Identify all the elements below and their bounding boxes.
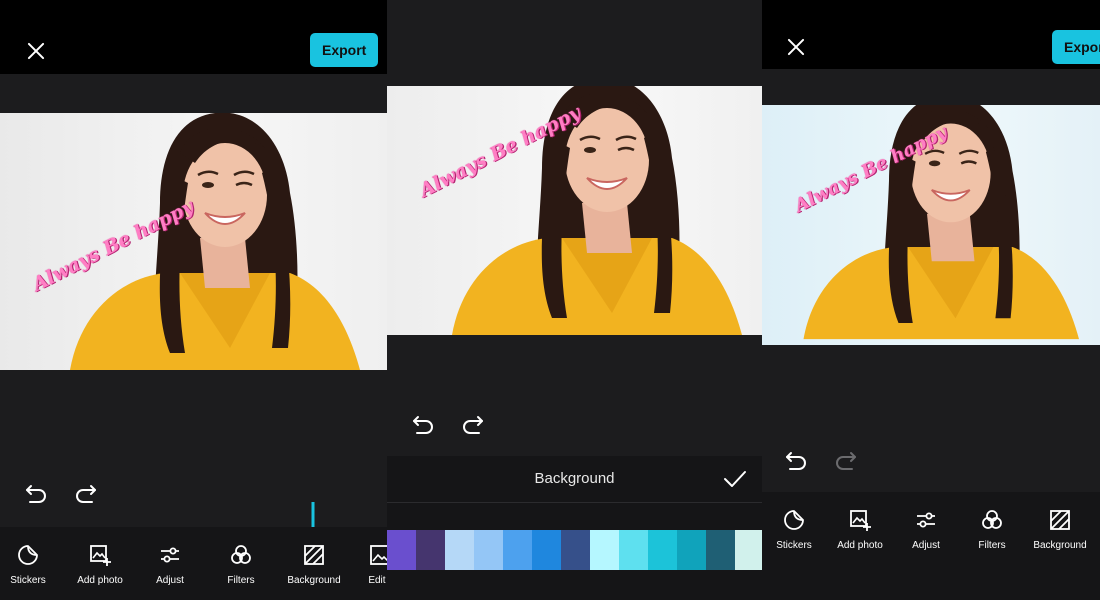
check-icon[interactable] [722,467,748,491]
undo-icon[interactable] [411,413,435,437]
tool-add-photo[interactable]: Add photo [834,508,886,551]
undo-redo-controls [24,482,98,506]
bottom-toolbar: Stickers Add photo Adjust Filters Backgr… [762,492,1100,600]
tool-background[interactable]: Background [1028,508,1092,551]
undo-icon[interactable] [784,449,808,473]
color-swatch[interactable] [677,530,706,570]
top-bar [387,0,762,86]
filters-icon [231,545,251,564]
color-swatch[interactable] [648,530,677,570]
sliders-icon [917,512,935,528]
tool-background[interactable]: Background [282,543,346,586]
color-swatch[interactable] [561,530,590,570]
sticker-icon [784,510,804,530]
background-sheet: Background [387,456,762,600]
color-swatch[interactable] [445,530,474,570]
sliders-icon [161,547,179,563]
editor-screen-result: Export Always Be happy Stickers Add phot… [762,0,1100,600]
editor-screen-main: Export Always Be happy Stickers Add phot… [0,0,387,600]
background-picker-screen: Always Be happy Background [387,0,762,600]
color-swatch[interactable] [503,530,532,570]
color-swatches [387,530,762,570]
close-icon[interactable] [784,35,808,59]
tool-adjust[interactable]: Adjust [908,508,944,551]
edit-image-icon [370,545,387,565]
sticker-icon [18,545,38,565]
tool-stickers[interactable]: Stickers [8,543,48,586]
redo-icon[interactable] [461,413,485,437]
export-button[interactable]: Export [1052,30,1100,64]
undo-redo-controls [411,413,485,437]
undo-icon[interactable] [24,482,48,506]
tool-edit-image[interactable]: Edit r [362,543,387,586]
color-swatch[interactable] [416,530,445,570]
background-icon [304,545,324,565]
filters-icon [982,510,1002,529]
redo-icon[interactable] [834,449,858,473]
top-bar: Export [0,0,387,74]
woman-photo [68,113,362,370]
color-swatch[interactable] [619,530,648,570]
divider [387,502,762,503]
photo-canvas[interactable]: Always Be happy [762,105,1100,345]
background-icon [1050,510,1070,530]
add-photo-icon [850,510,871,531]
color-swatch[interactable] [735,530,762,570]
undo-redo-controls [784,449,858,473]
bottom-toolbar: Stickers Add photo Adjust Filters Backgr… [0,527,387,600]
top-bar: Export [762,0,1100,69]
tool-filters[interactable]: Filters [222,543,260,586]
color-swatch[interactable] [706,530,735,570]
close-icon[interactable] [24,39,48,63]
redo-icon[interactable] [74,482,98,506]
color-swatch[interactable] [532,530,561,570]
color-swatch[interactable] [474,530,503,570]
tool-adjust[interactable]: Adjust [152,543,188,586]
color-swatch[interactable] [387,530,416,570]
tool-stickers[interactable]: Stickers [774,508,814,551]
tool-filters[interactable]: Filters [973,508,1011,551]
color-swatch[interactable] [590,530,619,570]
sheet-title: Background [534,470,615,487]
add-photo-icon [90,545,111,566]
photo-canvas[interactable]: Always Be happy [0,113,387,370]
export-button[interactable]: Export [310,33,379,67]
photo-canvas[interactable]: Always Be happy [387,86,762,335]
tool-add-photo[interactable]: Add photo [74,543,126,586]
